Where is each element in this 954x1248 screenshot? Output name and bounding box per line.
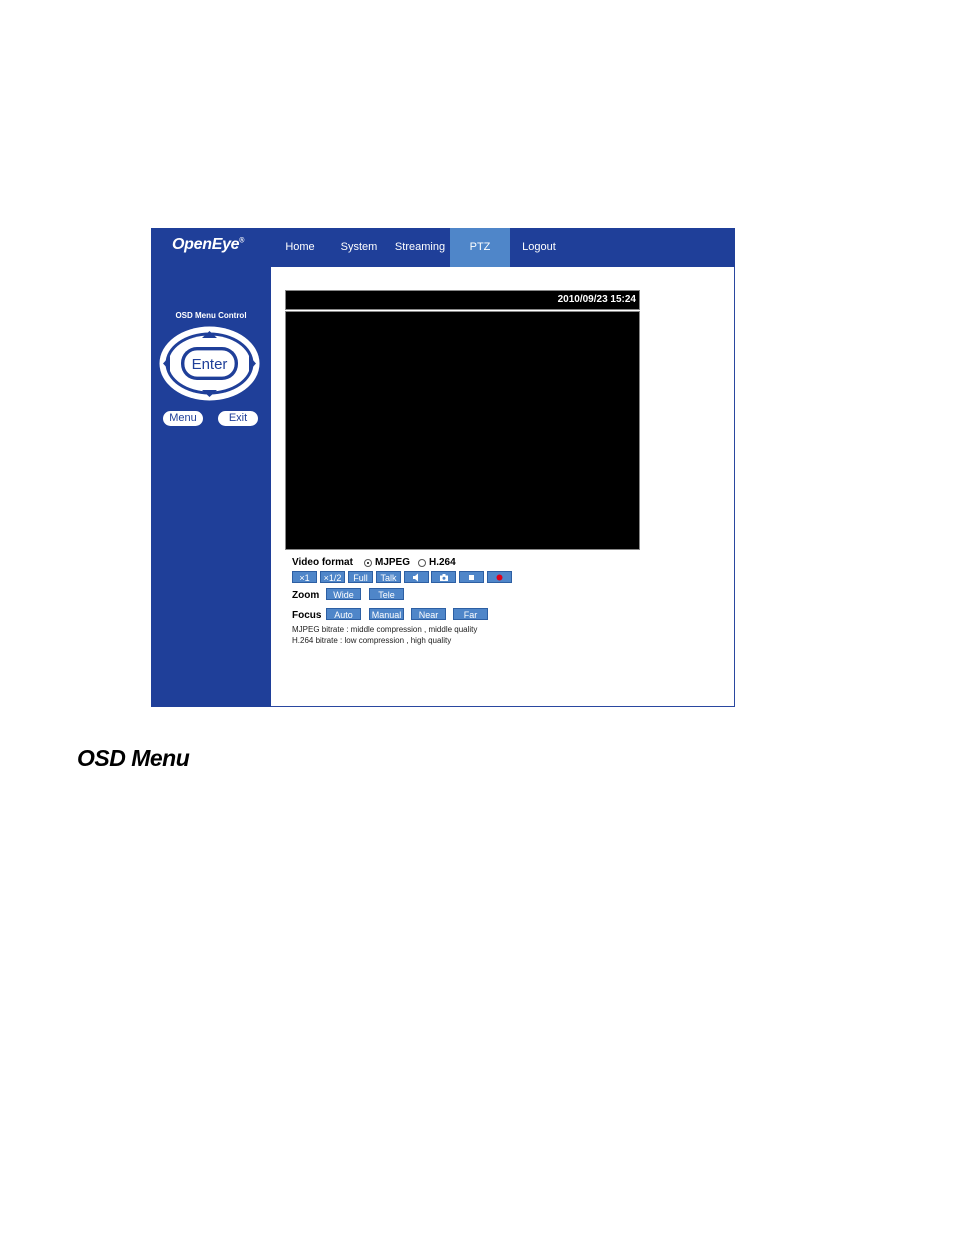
video-viewport [285, 311, 640, 550]
fullscreen-button[interactable]: Full [348, 571, 373, 583]
focus-near-button[interactable]: Near [411, 608, 446, 620]
focus-manual-button[interactable]: Manual [369, 608, 404, 620]
h264-radio[interactable] [418, 559, 426, 567]
osd-dpad: Enter [159, 326, 260, 401]
mjpeg-bitrate-info: MJPEG bitrate : middle compression , mid… [292, 625, 478, 634]
nav-ptz[interactable]: PTZ [450, 228, 510, 267]
exit-button[interactable]: Exit [218, 411, 258, 426]
section-heading: OSD Menu [77, 745, 190, 771]
nav-system[interactable]: System [334, 228, 384, 267]
record-button[interactable] [487, 571, 512, 583]
stop-icon [469, 575, 474, 580]
stop-button[interactable] [459, 571, 484, 583]
video-timestamp-bar: 2010/09/23 15:24 [285, 290, 640, 310]
record-icon [496, 574, 503, 581]
openeye-logo: OpenEye® [172, 236, 245, 253]
mjpeg-radio[interactable] [364, 559, 372, 567]
osd-menu-control-title: OSD Menu Control [175, 311, 247, 320]
snapshot-button[interactable] [431, 571, 456, 583]
speaker-icon [413, 573, 418, 582]
video-format-label: Video format [292, 557, 353, 568]
menu-button[interactable]: Menu [163, 411, 203, 426]
speaker-button[interactable] [404, 571, 429, 583]
nav-streaming[interactable]: Streaming [390, 228, 450, 267]
h264-label: H.264 [429, 557, 456, 568]
nav-home[interactable]: Home [272, 228, 328, 267]
camera-icon [439, 574, 448, 581]
focus-auto-button[interactable]: Auto [326, 608, 361, 620]
sidebar [151, 228, 271, 707]
zoom-label: Zoom [292, 590, 320, 601]
mjpeg-label: MJPEG [375, 557, 411, 568]
focus-far-button[interactable]: Far [453, 608, 488, 620]
enter-button[interactable]: Enter [192, 356, 228, 373]
talk-button[interactable]: Talk [376, 571, 401, 583]
nav-logout[interactable]: Logout [512, 228, 566, 267]
zoom-wide-button[interactable]: Wide [326, 588, 361, 600]
zoom-tele-button[interactable]: Tele [369, 588, 404, 600]
h264-bitrate-info: H.264 bitrate : low compression , high q… [292, 636, 452, 645]
scale-half-button[interactable]: ×1/2 [320, 571, 345, 583]
scale-x1-button[interactable]: ×1 [292, 571, 317, 583]
focus-label: Focus [292, 610, 322, 621]
